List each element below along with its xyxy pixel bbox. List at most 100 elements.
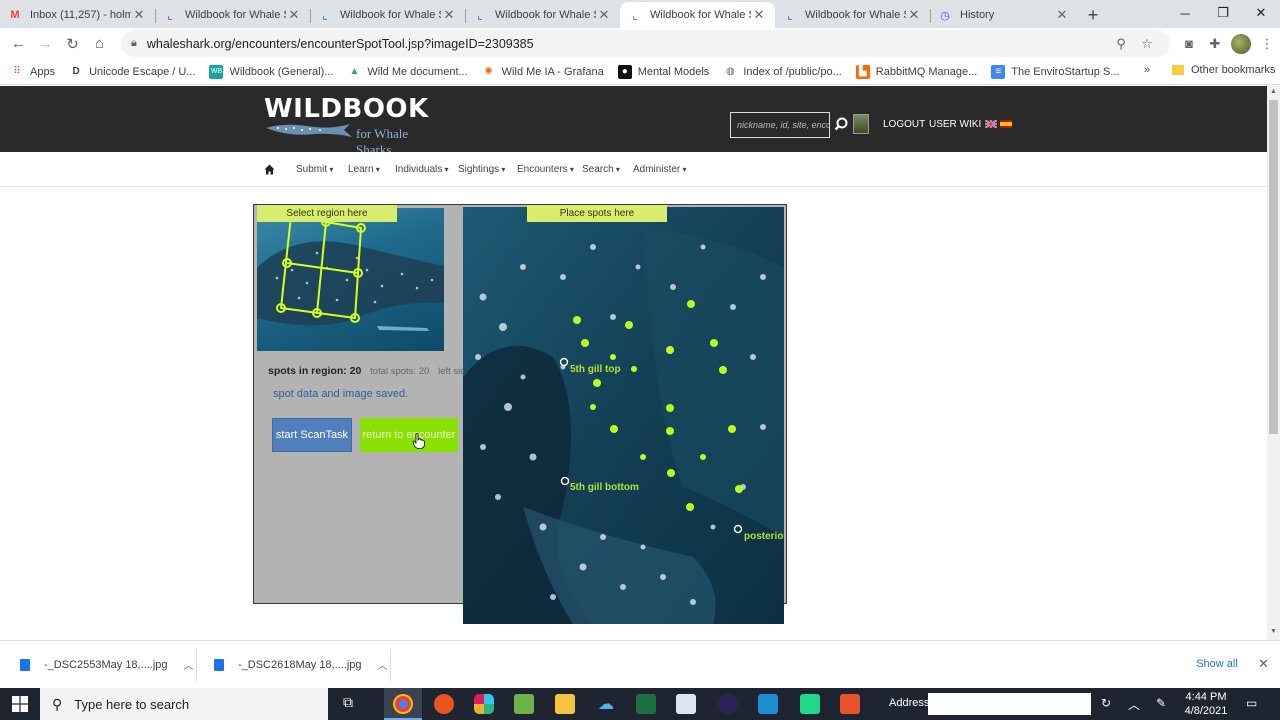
browser-tab[interactable]: ⌞ Wildbook for Whale Sh ✕ [465,2,620,28]
azure-data-studio-icon[interactable] [758,694,778,714]
browser-tab[interactable]: M Inbox (11,257) - holmb ✕ [0,2,155,28]
address-toolbar-input[interactable] [928,693,1091,715]
restore-icon[interactable]: ❐ [1204,0,1242,26]
url-text[interactable]: whaleshark.org/encounters/encounterSpotT… [147,37,1108,51]
nav-encounters[interactable]: Encounters [517,164,574,175]
home-icon[interactable]: ⌂ [86,30,113,57]
close-tab-icon[interactable]: ✕ [906,7,922,23]
minimize-icon[interactable]: ─ [1166,0,1204,26]
browser-tab[interactable]: ⌞ Wildbook for Whale Sh ✕ [775,2,930,28]
close-tab-icon[interactable]: ✕ [596,7,612,23]
reload-icon[interactable]: ↻ [59,30,86,57]
bookmark-item[interactable]: D Unicode Escape / U... [69,65,195,79]
bookmark-item[interactable]: WB Wildbook (General)... [209,64,333,79]
wildbook-icon: ⌞ [477,9,483,22]
ubuntu-icon[interactable] [434,694,454,714]
place-spots-image[interactable]: 5th gill top 5th gill bottom posterior [463,207,784,624]
close-downloads-icon[interactable]: ✕ [1258,656,1269,672]
flag-es-icon[interactable] [1000,120,1012,128]
bookmark-item[interactable]: ▙ RabbitMQ Manage... [855,64,977,79]
other-bookmarks[interactable]: Other bookmarks [1172,64,1275,76]
clock-date: 4/8/2021 [1184,705,1228,717]
bookmark-item[interactable]: ▲ Wild Me document... [347,65,467,79]
region-select-image[interactable] [257,208,444,351]
nav-individuals[interactable]: Individuals [395,164,449,175]
site-search-input[interactable]: nickname, id, site, encounter [730,112,830,138]
new-tab-button[interactable]: + [1078,2,1108,28]
user-profile-photo[interactable] [853,114,869,134]
pen-icon[interactable]: ✎ [1156,696,1166,710]
task-view-icon[interactable]: ⧉ [338,694,358,714]
document-app-icon[interactable] [676,694,696,714]
bookmark-item[interactable]: ✺ Wild Me IA - Grafana [482,65,603,79]
nav-search[interactable]: Search [582,164,620,175]
flag-uk-icon[interactable] [985,120,997,128]
refresh-icon[interactable]: ↻ [1101,696,1111,710]
nav-learn[interactable]: Learn [348,164,380,175]
other-bookmarks-label: Other bookmarks [1191,64,1276,76]
bookmark-apps[interactable]: ⠿ Apps [10,65,55,79]
close-tab-icon[interactable]: ✕ [1054,7,1070,23]
slack-icon[interactable] [474,694,494,714]
download-item[interactable]: -_DSC2618May 18,....jpg ︿ [214,657,388,672]
back-icon[interactable]: ← [5,30,32,57]
nav-sightings[interactable]: Sightings [458,164,505,175]
notepad-plus-icon[interactable] [514,694,534,714]
bookmark-item[interactable]: ≡ The EnviroStartup S... [991,64,1119,79]
extensions-icon[interactable]: ✚ [1202,31,1228,57]
reference-label-posterior: posterior [744,531,784,542]
browser-tab[interactable]: ⌞ Wildbook for Whale Sh ✕ [310,2,465,28]
close-window-icon[interactable]: ✕ [1242,0,1280,26]
bookmark-item[interactable]: ● Mental Models [617,64,709,79]
show-all-downloads-button[interactable]: Show all [1186,652,1248,676]
browser-tab-active[interactable]: ⌞ Wildbook for Whale Sh ✕ [620,2,775,28]
camera-icon[interactable]: ◙ [1176,31,1202,57]
nav-administer[interactable]: Administer [633,164,687,175]
profile-avatar[interactable] [1228,31,1254,57]
user-wiki-link[interactable]: USER WIKI [929,119,981,130]
browser-tab[interactable]: ◷ History ✕ [930,2,1078,28]
bookmark-star-icon[interactable]: ☆ [1134,36,1160,52]
chrome-icon[interactable] [393,694,413,714]
close-tab-icon[interactable]: ✕ [286,7,302,23]
notifications-icon[interactable]: ▭ [1246,696,1257,710]
browser-tab[interactable]: ⌞ Wildbook for Whale Sh ✕ [155,2,310,28]
chevron-up-icon[interactable]: ︿ [184,657,194,672]
intellij-app-icon[interactable] [840,694,860,714]
excel-icon[interactable] [636,694,656,714]
menu-kebab-icon[interactable]: ⋮ [1254,31,1280,57]
close-tab-icon[interactable]: ✕ [751,7,767,23]
system-clock[interactable]: 4:44 PM 4/8/2021 [1178,690,1234,718]
docs-icon: ≡ [991,64,1006,79]
eclipse-icon[interactable] [718,694,738,714]
pycharm-icon[interactable] [800,694,820,714]
download-item[interactable]: -_DSC2553May 18,....jpg ︿ [20,657,194,672]
nav-submit[interactable]: Submit [296,164,333,175]
taskbar-search-input[interactable]: ⚲ Type here to search [40,688,328,720]
bookmark-label: Unicode Escape / U... [89,65,196,78]
close-tab-icon[interactable]: ✕ [441,7,457,23]
search-icon[interactable] [834,117,848,131]
cloud-app-icon[interactable]: ☁ [596,694,616,714]
close-tab-icon[interactable]: ✕ [131,7,147,23]
scroll-up-icon[interactable]: ▲ [1269,88,1278,98]
forward-icon[interactable]: → [32,30,59,57]
tray-chevron-up-icon[interactable]: ︿ [1128,696,1140,713]
bookmark-item[interactable]: ◍ Index of /public/po... [723,65,842,79]
wildbook-logo[interactable]: WILDBOOK for Whale Sharks [264,94,439,157]
file-explorer-icon[interactable] [555,694,575,714]
bookmarks-overflow-button[interactable]: » [1144,64,1150,76]
return-to-encounter-button[interactable]: return to encounter [360,418,458,452]
shark-thumbnail-image [257,211,444,331]
page-scrollbar[interactable]: ▲ ▼ [1267,86,1280,640]
scrollbar-thumb[interactable] [1269,100,1278,434]
windows-start-icon[interactable] [12,696,28,712]
logout-link[interactable]: LOGOUT [883,119,925,130]
home-icon[interactable] [264,164,275,175]
address-bar[interactable]: 🔒︎ whaleshark.org/encounters/encounterSp… [121,30,1170,57]
scroll-down-icon[interactable]: ▼ [1269,628,1278,638]
zoom-icon[interactable]: ⚲ [1108,36,1134,52]
chevron-up-icon[interactable]: ︿ [378,657,388,672]
start-scantask-button[interactable]: start ScanTask [272,418,352,452]
reference-label-5th-gill-bottom: 5th gill bottom [570,482,639,493]
